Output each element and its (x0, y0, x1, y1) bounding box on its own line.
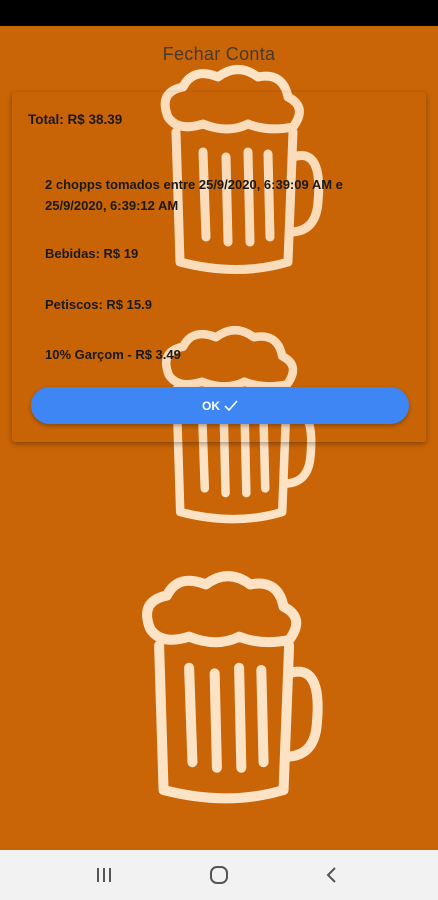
check-icon (224, 399, 238, 411)
snacks-amount: Petiscos: R$ 15.9 (45, 297, 152, 312)
ok-button-label: OK (202, 398, 220, 413)
status-bar (0, 0, 438, 26)
ok-button[interactable]: OK (31, 387, 409, 424)
page-title: Fechar Conta (162, 44, 276, 64)
recent-apps-icon[interactable] (94, 864, 114, 886)
chopps-summary: 2 chopps tomados entre 25/9/2020, 6:39:0… (45, 177, 343, 213)
system-nav-bar (0, 850, 438, 900)
back-icon[interactable] (324, 864, 340, 886)
beer-mug-icon (142, 571, 323, 804)
bill-total: Total: R$ 38.39 (28, 112, 123, 127)
bill-dialog: Total: R$ 38.39 2 chopps tomados entre 2… (12, 92, 426, 442)
tip-amount: 10% Garçom - R$ 3.49 (45, 347, 181, 362)
drinks-amount: Bebidas: R$ 19 (45, 246, 139, 261)
home-icon[interactable] (208, 864, 230, 886)
